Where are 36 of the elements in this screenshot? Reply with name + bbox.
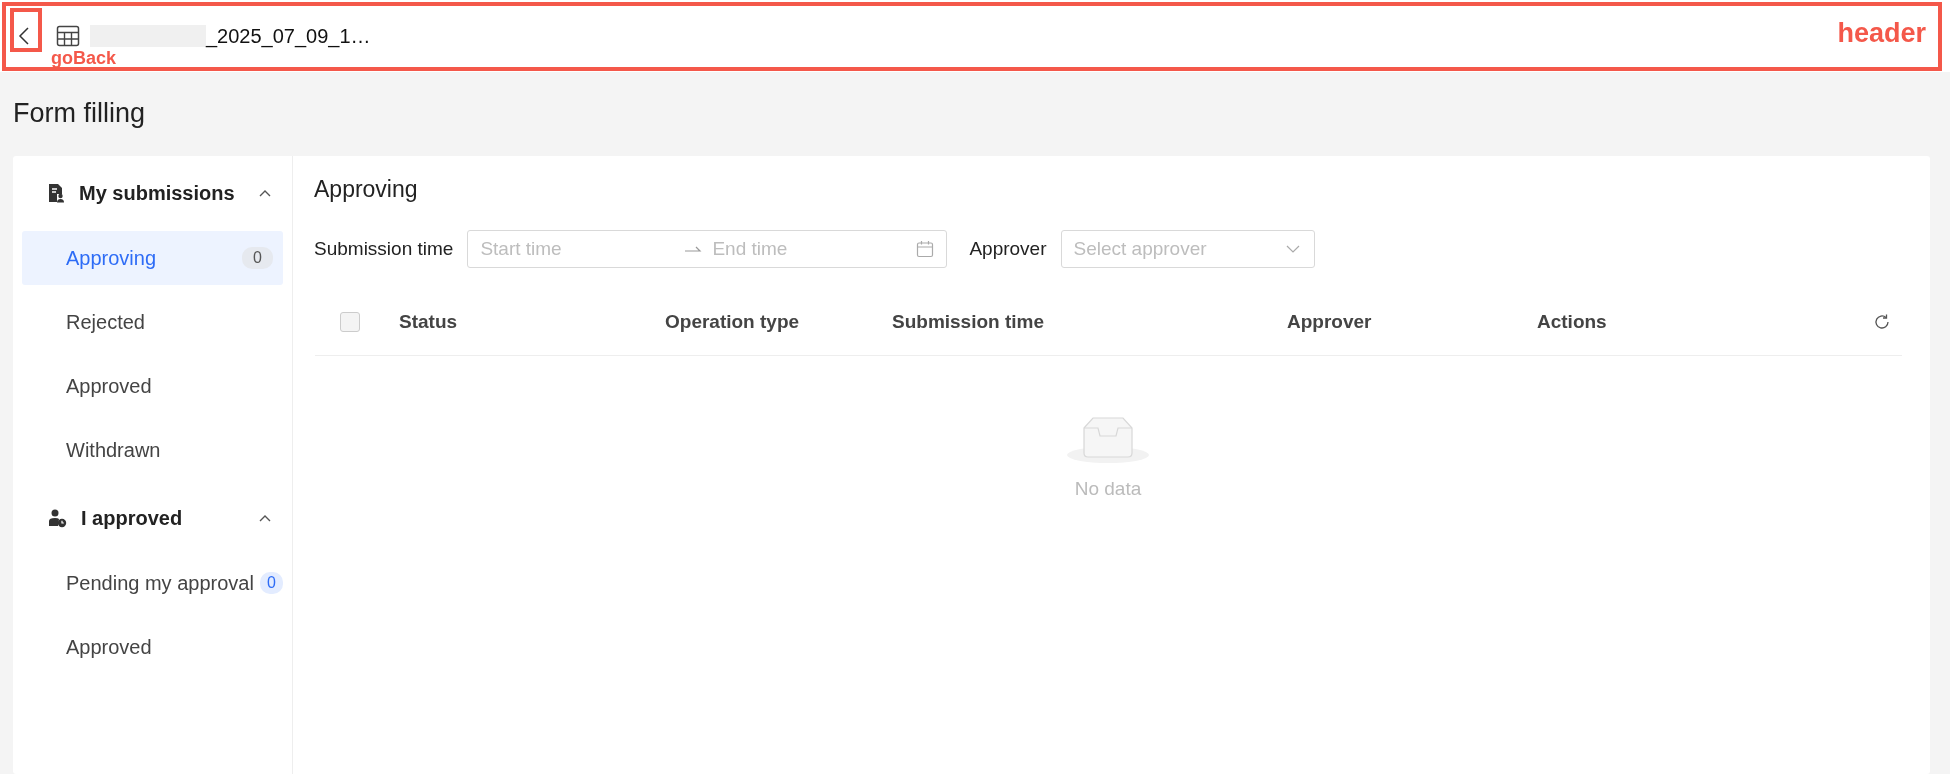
table-icon [56,25,80,47]
select-all-checkbox[interactable] [339,312,360,332]
filter-label: Submission time [314,238,454,260]
date-range-field[interactable]: Start time End time [467,230,948,268]
sidebar-group-header[interactable]: I approved [22,493,283,543]
refresh-icon[interactable] [1873,313,1891,331]
sidebar-group-header[interactable]: My submissions [22,168,283,218]
section-title: Approving [314,176,419,204]
sidebar-item[interactable]: Approving 0 [22,231,283,285]
sidebar-item[interactable]: Withdrawn [22,423,283,477]
end-time-input[interactable]: End time [712,238,917,260]
document-icon [47,183,65,203]
column-header: Operation type [665,311,801,333]
chevron-up-icon [259,189,271,197]
column-header: Approver [1287,311,1373,333]
sidebar-item[interactable]: Pending my approval 0 [22,556,283,610]
sidebar-item[interactable]: Approved [22,359,283,413]
calendar-icon [916,240,935,258]
count-badge: 0 [259,572,283,594]
chevron-down-icon [1285,245,1300,253]
sidebar-item[interactable]: Approved [22,620,283,674]
page-title: Form filling [12,97,147,130]
start-time-input[interactable]: Start time [480,238,685,260]
user-clock-icon [47,508,67,528]
column-header: Status [399,311,459,333]
file-title: _2025_07_09_1… [206,24,371,48]
annotation-label: header [1837,18,1926,49]
column-header: Submission time [892,311,1046,333]
chevron-left-icon [18,26,30,46]
empty-message: No data [1074,478,1142,500]
filter-label: Approver [969,238,1047,260]
chevron-up-icon [259,514,271,522]
column-header: Actions [1537,311,1608,333]
count-badge: 0 [242,247,273,269]
annotation-label: goBack [51,49,117,67]
sidebar-item[interactable]: Rejected [22,295,283,349]
